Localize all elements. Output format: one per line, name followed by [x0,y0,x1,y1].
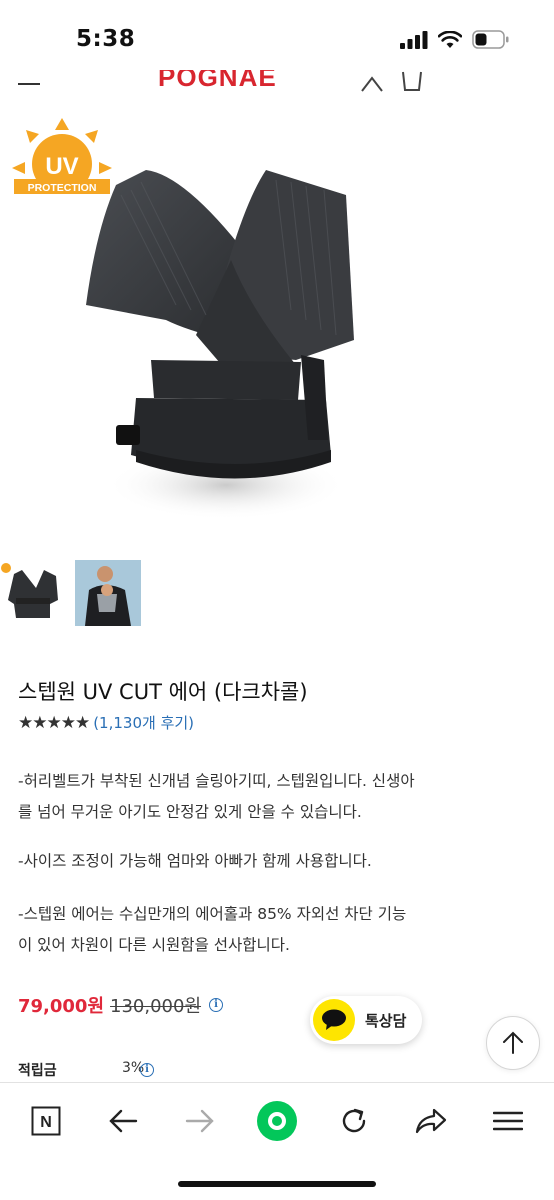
product-image[interactable]: UV PROTECTION [0,110,554,550]
product-thumbnail-model[interactable] [75,560,141,626]
back-icon[interactable] [101,1099,145,1143]
sale-price: 79,000원 [18,996,105,1017]
points-label: 적립금 [18,1063,57,1079]
info-icon[interactable]: i [140,1063,154,1077]
review-count-link[interactable]: (1,130개 후기) [93,712,194,733]
thumbnail-carrier-image [1,563,58,618]
refresh-icon[interactable] [332,1099,376,1143]
product-rating[interactable]: ★★★★★ (1,130개 후기) [18,712,194,733]
chat-label: 톡상담 [365,1011,407,1030]
site-header: POGNAE [0,70,554,94]
naver-icon[interactable]: N [24,1099,68,1143]
arrow-up-icon [503,1031,523,1054]
signal-icon [400,30,428,49]
price-row: 79,000원 130,000원 i [18,992,224,1018]
description-line: -사이즈 조정이 가능해 엄마와 아빠가 함께 사용합니다. [18,852,372,870]
baby-carrier-illustration [86,170,354,520]
battery-icon [472,30,509,49]
forward-icon[interactable] [178,1099,222,1143]
badge-uv-text: UV [45,153,78,180]
points-row: 적립금 3% i [18,1060,318,1082]
description-line: -허리벨트가 부착된 신개념 슬링아기띠, 스텝원입니다. 신생아를 넘어 무거… [18,772,415,821]
brand-logo[interactable]: POGNAE [158,70,277,93]
status-time: 5:38 [76,26,136,52]
status-bar: 5:38 [0,0,554,70]
info-icon[interactable]: i [209,998,224,1012]
wifi-icon [438,30,462,48]
user-icon[interactable] [360,70,384,92]
product-thumbnail-carrier[interactable] [0,560,66,626]
product-title: 스텝원 UV CUT 에어 (다크차콜) [18,680,308,704]
naver-letter: N [40,1114,52,1131]
home-indicator[interactable] [178,1181,376,1187]
chat-bubble-icon [313,999,355,1041]
menu-icon[interactable] [18,83,40,85]
scroll-to-top-button[interactable] [486,1016,540,1070]
kakao-chat-button[interactable]: 톡상담 [310,996,422,1044]
description-line: -스텝원 에어는 수십만개의 에어홀과 85% 자외선 차단 기능이 있어 차원… [18,905,407,954]
thumbnail-strip [0,560,554,630]
menu-icon[interactable] [486,1099,530,1143]
thumbnail-model-image [75,560,141,626]
share-icon[interactable] [409,1099,453,1143]
cart-icon[interactable] [401,70,423,92]
star-rating-icon: ★★★★★ [18,712,90,733]
status-icons [400,30,510,49]
original-price: 130,000원 [110,996,202,1017]
green-home-icon[interactable] [255,1099,299,1143]
